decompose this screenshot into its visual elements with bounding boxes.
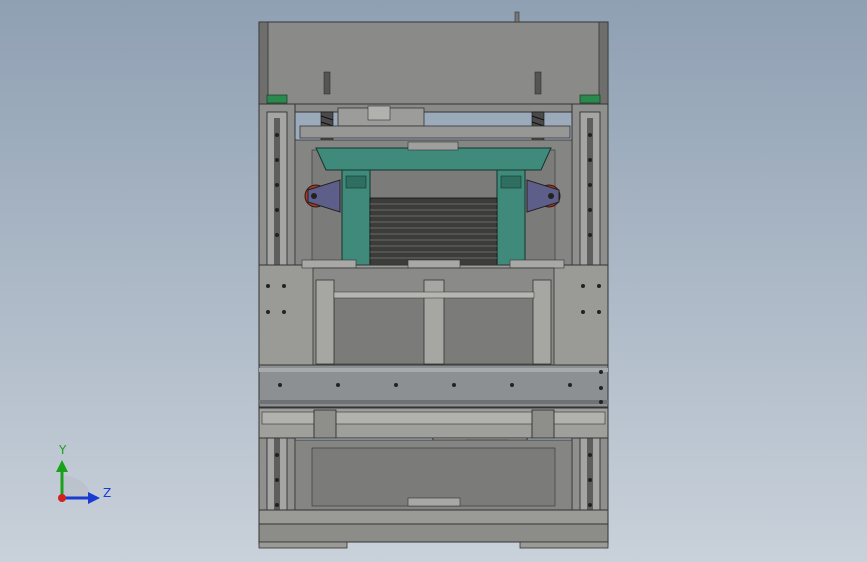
- top-cover[interactable]: [258, 11, 609, 113]
- middle-plate[interactable]: [258, 259, 609, 366]
- slider-bar[interactable]: [258, 407, 609, 439]
- triad-y-label: Y: [59, 443, 67, 457]
- cad-model-view[interactable]: [0, 0, 867, 562]
- graphics-viewport[interactable]: Y Z: [0, 0, 867, 562]
- lower-cavity: [294, 439, 573, 511]
- base-plate[interactable]: [258, 509, 609, 549]
- orientation-triad[interactable]: [56, 460, 100, 504]
- guide-rail[interactable]: [258, 364, 609, 408]
- z-axis-arrow-head: [88, 492, 100, 504]
- triad-plane: [62, 475, 92, 498]
- lamination-stack: [369, 197, 498, 269]
- triad-z-label: Z: [103, 486, 112, 500]
- x-axis-dot: [58, 494, 66, 502]
- y-axis-arrow-head: [56, 460, 68, 472]
